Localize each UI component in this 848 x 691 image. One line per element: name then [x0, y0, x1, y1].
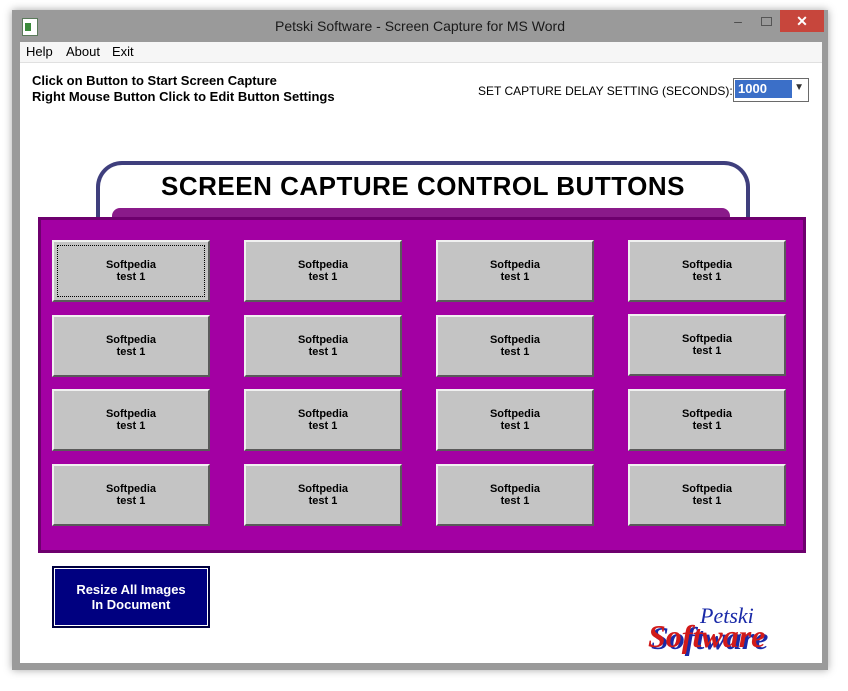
capture-button-3[interactable]: Softpedia test 1: [436, 240, 594, 302]
capture-button-sublabel: test 1: [692, 345, 722, 357]
capture-button-6[interactable]: Softpedia test 1: [244, 315, 402, 377]
capture-button-panel: Softpedia test 1 Softpedia test 1 Softpe…: [38, 217, 806, 553]
capture-button-12[interactable]: Softpedia test 1: [628, 389, 786, 451]
delay-label: SET CAPTURE DELAY SETTING (SECONDS):: [478, 84, 733, 98]
capture-button-sublabel: test 1: [116, 346, 146, 358]
minimize-button[interactable]: –: [724, 10, 752, 32]
capture-button-label: Softpedia: [681, 259, 733, 271]
capture-button-sublabel: test 1: [500, 271, 530, 283]
capture-button-label: Softpedia: [489, 408, 541, 420]
capture-button-sublabel: test 1: [308, 495, 338, 507]
petski-software-logo: Petski Software Software: [648, 603, 768, 656]
logo-text-software: Software: [648, 618, 765, 654]
delay-value: 1000: [735, 80, 792, 98]
capture-button-9[interactable]: Softpedia test 1: [52, 389, 210, 451]
close-button[interactable]: ✕: [780, 10, 824, 32]
capture-button-label: Softpedia: [489, 334, 541, 346]
instruction-line-2: Right Mouse Button Click to Edit Button …: [32, 89, 335, 104]
capture-button-5[interactable]: Softpedia test 1: [52, 315, 210, 377]
capture-button-4[interactable]: Softpedia test 1: [628, 240, 786, 302]
focus-ring: [57, 245, 205, 297]
capture-button-sublabel: test 1: [692, 420, 722, 432]
capture-button-label: Softpedia: [297, 408, 349, 420]
capture-button-sublabel: test 1: [500, 346, 530, 358]
capture-button-7[interactable]: Softpedia test 1: [436, 315, 594, 377]
capture-button-sublabel: test 1: [116, 420, 146, 432]
capture-button-label: Softpedia: [681, 408, 733, 420]
capture-button-sublabel: test 1: [692, 271, 722, 283]
menu-about[interactable]: About: [66, 44, 100, 59]
capture-button-sublabel: test 1: [500, 495, 530, 507]
capture-button-label: Softpedia: [297, 259, 349, 271]
capture-button-label: Softpedia: [297, 483, 349, 495]
capture-button-sublabel: test 1: [308, 271, 338, 283]
client-area: Click on Button to Start Screen Capture …: [20, 63, 822, 663]
capture-button-sublabel: test 1: [500, 420, 530, 432]
capture-button-label: Softpedia: [489, 483, 541, 495]
maximize-icon: [760, 17, 772, 26]
menu-exit[interactable]: Exit: [112, 44, 134, 59]
capture-button-sublabel: test 1: [692, 495, 722, 507]
capture-button-sublabel: test 1: [116, 495, 146, 507]
capture-button-8[interactable]: Softpedia test 1: [628, 314, 786, 376]
capture-button-label: Softpedia: [489, 259, 541, 271]
header-title: SCREEN CAPTURE CONTROL BUTTONS: [161, 171, 685, 201]
capture-button-15[interactable]: Softpedia test 1: [436, 464, 594, 526]
app-window: Petski Software - Screen Capture for MS …: [12, 10, 828, 670]
capture-button-label: Softpedia: [681, 483, 733, 495]
title-bar[interactable]: Petski Software - Screen Capture for MS …: [12, 10, 828, 42]
capture-button-14[interactable]: Softpedia test 1: [244, 464, 402, 526]
capture-button-2[interactable]: Softpedia test 1: [244, 240, 402, 302]
capture-button-label: Softpedia: [105, 334, 157, 346]
capture-button-label: Softpedia: [681, 333, 733, 345]
capture-button-1[interactable]: Softpedia test 1: [52, 240, 210, 302]
resize-button-label-2: In Document: [91, 597, 171, 612]
instruction-line-1: Click on Button to Start Screen Capture: [32, 73, 277, 88]
capture-button-label: Softpedia: [105, 483, 157, 495]
capture-button-label: Softpedia: [297, 334, 349, 346]
chevron-down-icon[interactable]: ▼: [794, 82, 804, 93]
window-title: Petski Software - Screen Capture for MS …: [275, 18, 565, 34]
capture-button-11[interactable]: Softpedia test 1: [436, 389, 594, 451]
capture-button-sublabel: test 1: [308, 420, 338, 432]
menu-help[interactable]: Help: [26, 44, 53, 59]
capture-button-16[interactable]: Softpedia test 1: [628, 464, 786, 526]
capture-button-sublabel: test 1: [308, 346, 338, 358]
capture-button-label: Softpedia: [105, 408, 157, 420]
delay-select[interactable]: 1000 ▼: [733, 78, 809, 102]
capture-button-13[interactable]: Softpedia test 1: [52, 464, 210, 526]
resize-button-label-1: Resize All Images: [76, 582, 186, 597]
maximize-button[interactable]: [752, 10, 780, 32]
capture-button-10[interactable]: Softpedia test 1: [244, 389, 402, 451]
resize-images-button[interactable]: Resize All Images In Document: [52, 566, 210, 628]
menu-bar: Help About Exit: [20, 42, 822, 63]
